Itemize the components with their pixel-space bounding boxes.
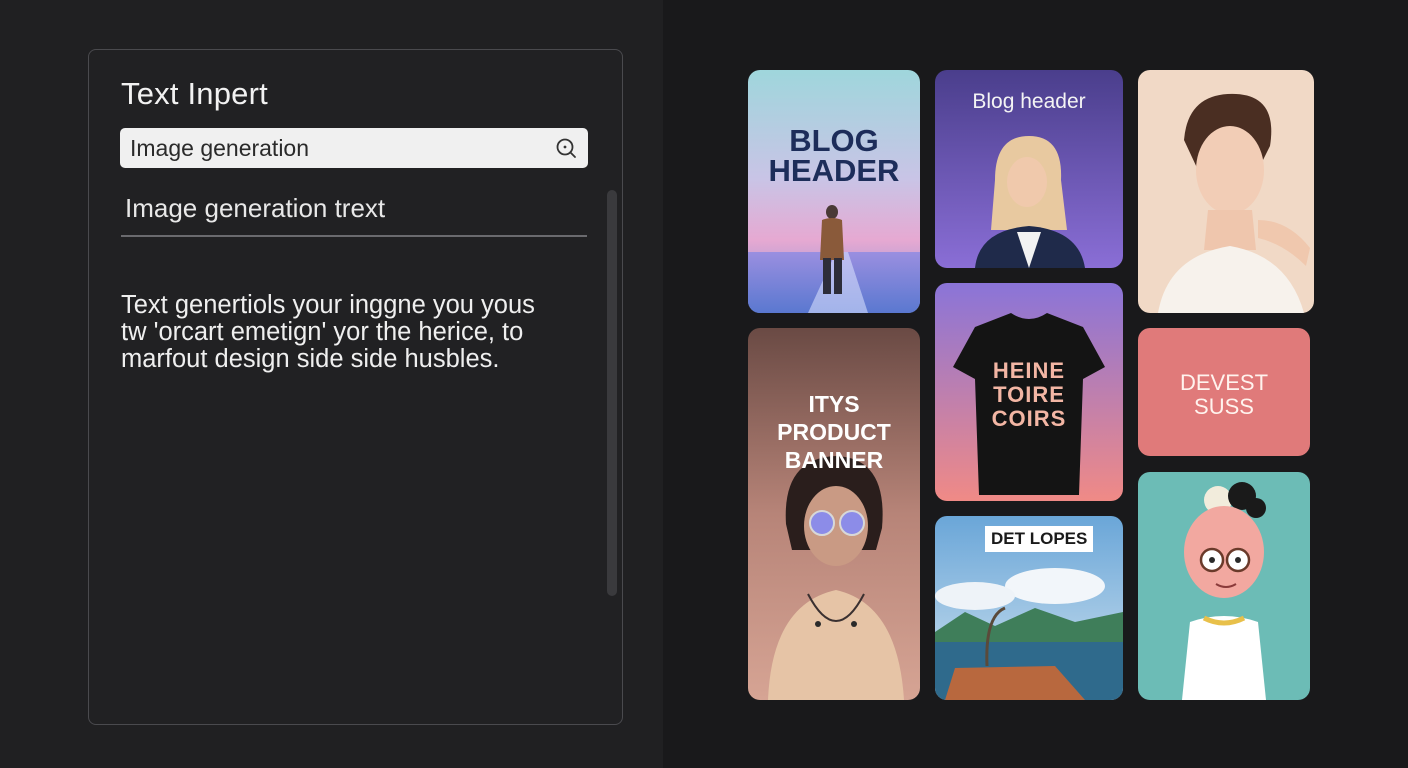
card-4-artwork bbox=[748, 328, 920, 700]
search-input[interactable] bbox=[130, 134, 554, 162]
description-text: Text genertiols your inggne you yous tw … bbox=[121, 291, 535, 373]
card-8-artwork bbox=[1182, 482, 1266, 700]
search-bar[interactable] bbox=[120, 128, 588, 168]
card-1-headline: BLOG HEADER bbox=[768, 123, 900, 188]
section-subtitle: Image generation trext bbox=[125, 193, 386, 223]
card-3-artwork bbox=[1138, 70, 1314, 313]
scrollbar[interactable] bbox=[607, 190, 617, 596]
card-5-shirt-text: HEINE TOIRE COIRS bbox=[991, 358, 1067, 431]
card-4-headline: ITYS PRODUCT BANNER bbox=[777, 391, 891, 473]
text-input-panel: Text Inpert Image generation trext Text … bbox=[88, 49, 623, 725]
gallery-card-blog-header-portrait[interactable]: Blog header bbox=[935, 70, 1123, 268]
card-7-headline: DET LOPES bbox=[985, 526, 1094, 552]
gallery-card-blog-header[interactable]: BLOG HEADER bbox=[748, 70, 920, 313]
card-2-headline: Blog header bbox=[972, 90, 1086, 113]
panel-title: Text Inpert bbox=[121, 76, 268, 111]
gallery-card-portrait[interactable] bbox=[1138, 70, 1314, 313]
divider bbox=[121, 235, 587, 237]
gallery-card-landscape[interactable]: DET LOPES bbox=[935, 516, 1123, 700]
card-6-headline: DEVEST SUSS bbox=[1179, 370, 1269, 419]
gallery-card-cartoon[interactable] bbox=[1138, 472, 1310, 700]
gallery-card-tshirt[interactable]: HEINE TOIRE COIRS bbox=[935, 283, 1123, 501]
card-1-artwork bbox=[748, 70, 920, 313]
search-icon[interactable] bbox=[554, 136, 578, 160]
gallery-card-devest[interactable]: DEVEST SUSS bbox=[1138, 328, 1310, 456]
gallery-card-product-banner[interactable]: ITYS PRODUCT BANNER bbox=[748, 328, 920, 700]
